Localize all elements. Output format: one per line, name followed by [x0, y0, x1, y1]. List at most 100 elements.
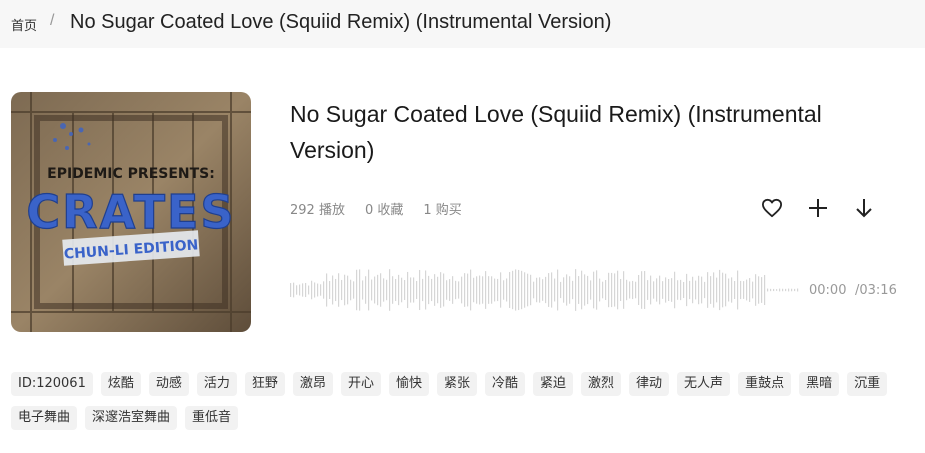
- tag-item[interactable]: 无人声: [677, 372, 731, 396]
- waveform-bar: [614, 273, 616, 307]
- waveform-bar: [653, 281, 655, 299]
- add-to-playlist-button[interactable]: [804, 196, 832, 220]
- waveform-bar: [791, 288, 793, 292]
- waveform-bar: [740, 280, 742, 300]
- waveform-bar: [329, 281, 331, 299]
- tag-item[interactable]: 重鼓点: [738, 372, 792, 396]
- waveform-bar: [491, 276, 493, 304]
- tag-item[interactable]: 重低音: [185, 406, 239, 430]
- waveform-bar: [617, 270, 619, 310]
- breadcrumb-home-link[interactable]: 首页: [11, 15, 37, 34]
- waveform-bar: [707, 272, 709, 308]
- waveform-bar: [389, 269, 391, 311]
- tag-item[interactable]: 激烈: [581, 372, 622, 396]
- waveform-bar: [548, 273, 550, 307]
- waveform-bar: [716, 277, 718, 303]
- tag-item[interactable]: 炫酷: [100, 372, 141, 396]
- waveform-bar: [536, 277, 538, 303]
- download-button[interactable]: [850, 196, 878, 220]
- tag-item[interactable]: 深邃浩室舞曲: [85, 406, 178, 430]
- tag-item[interactable]: 狂野: [244, 372, 285, 396]
- waveform-bar: [635, 281, 637, 299]
- breadcrumb-separator: /: [50, 12, 55, 29]
- waveform-bar: [314, 282, 316, 298]
- waveform-bar: [371, 279, 373, 301]
- waveform-bar: [455, 280, 457, 300]
- waveform-bar: [296, 285, 298, 295]
- tag-item[interactable]: 愉快: [388, 372, 429, 396]
- tag-item[interactable]: 律动: [629, 372, 670, 396]
- waveform-bar: [551, 272, 553, 308]
- waveform-bar: [509, 272, 511, 308]
- waveform-bar: [578, 276, 580, 304]
- current-time: 00:00: [809, 283, 847, 298]
- waveform-bar: [647, 280, 649, 300]
- waveform-bar: [458, 281, 460, 299]
- waveform-bar: [701, 276, 703, 304]
- waveform-scrubber[interactable]: [290, 266, 800, 314]
- waveform-bar: [599, 278, 601, 302]
- waveform-bar: [506, 278, 508, 302]
- tag-item[interactable]: 活力: [196, 372, 237, 396]
- track-actions: [758, 196, 878, 220]
- waveform-bar: [332, 275, 334, 305]
- waveform-bar: [305, 282, 307, 298]
- waveform-bar: [515, 269, 517, 311]
- tag-item[interactable]: 开心: [340, 372, 381, 396]
- waveform-bar: [500, 272, 502, 308]
- waveform-bar: [773, 288, 775, 292]
- waveform-bar: [545, 276, 547, 304]
- waveform-bar: [335, 278, 337, 302]
- waveform-bar: [425, 270, 427, 310]
- breadcrumb-current: No Sugar Coated Love (Squiid Remix) (Ins…: [70, 11, 612, 33]
- plus-icon: [809, 199, 827, 217]
- waveform-bar: [395, 278, 397, 302]
- waveform-bar: [503, 280, 505, 300]
- tag-item[interactable]: 激昂: [292, 372, 333, 396]
- waveform-bar: [479, 275, 481, 305]
- waveform-bar: [674, 271, 676, 309]
- waveform-bar: [386, 279, 388, 301]
- waveform-bar: [482, 276, 484, 304]
- cover-crates-text: CRATES: [26, 185, 235, 239]
- like-button[interactable]: [758, 196, 786, 220]
- waveform-bar: [338, 273, 340, 307]
- tag-item[interactable]: 紧张: [436, 372, 477, 396]
- waveform-bar: [557, 269, 559, 311]
- waveform-bar: [383, 278, 385, 302]
- waveform-bar: [797, 288, 799, 292]
- waveform-bar: [590, 280, 592, 300]
- waveform-bar: [563, 277, 565, 303]
- waveform-bar: [542, 279, 544, 301]
- waveform-bar: [704, 281, 706, 299]
- tag-item[interactable]: 黑暗: [799, 372, 840, 396]
- waveform-bar: [344, 274, 346, 306]
- waveform-bar: [764, 274, 766, 306]
- tag-item[interactable]: 冷酷: [484, 372, 525, 396]
- waveform-bar: [380, 273, 382, 307]
- tag-item[interactable]: 动感: [148, 372, 189, 396]
- waveform-bar: [497, 278, 499, 302]
- waveform-bar: [494, 278, 496, 302]
- waveform-bar: [596, 270, 598, 310]
- waveform-bar: [638, 275, 640, 305]
- waveform-bar: [401, 277, 403, 303]
- waveform-bar: [569, 276, 571, 304]
- heart-icon: [762, 198, 782, 218]
- waveform-bar: [407, 271, 409, 309]
- waveform-bar: [473, 277, 475, 303]
- waveform-bar: [680, 279, 682, 301]
- waveform-bar: [299, 284, 301, 296]
- waveform-bar: [767, 288, 769, 292]
- waveform-bar: [593, 271, 595, 309]
- tag-item[interactable]: 电子舞曲: [11, 406, 78, 430]
- waveform-bar: [437, 276, 439, 304]
- waveform-bar: [485, 271, 487, 309]
- waveform-bar: [374, 276, 376, 304]
- waveform-bar: [743, 281, 745, 299]
- waveform-bar: [392, 276, 394, 304]
- tag-id[interactable]: ID:120061: [11, 372, 93, 396]
- tag-item[interactable]: 沉重: [847, 372, 888, 396]
- waveform-bar: [731, 277, 733, 303]
- tag-item[interactable]: 紧迫: [533, 372, 574, 396]
